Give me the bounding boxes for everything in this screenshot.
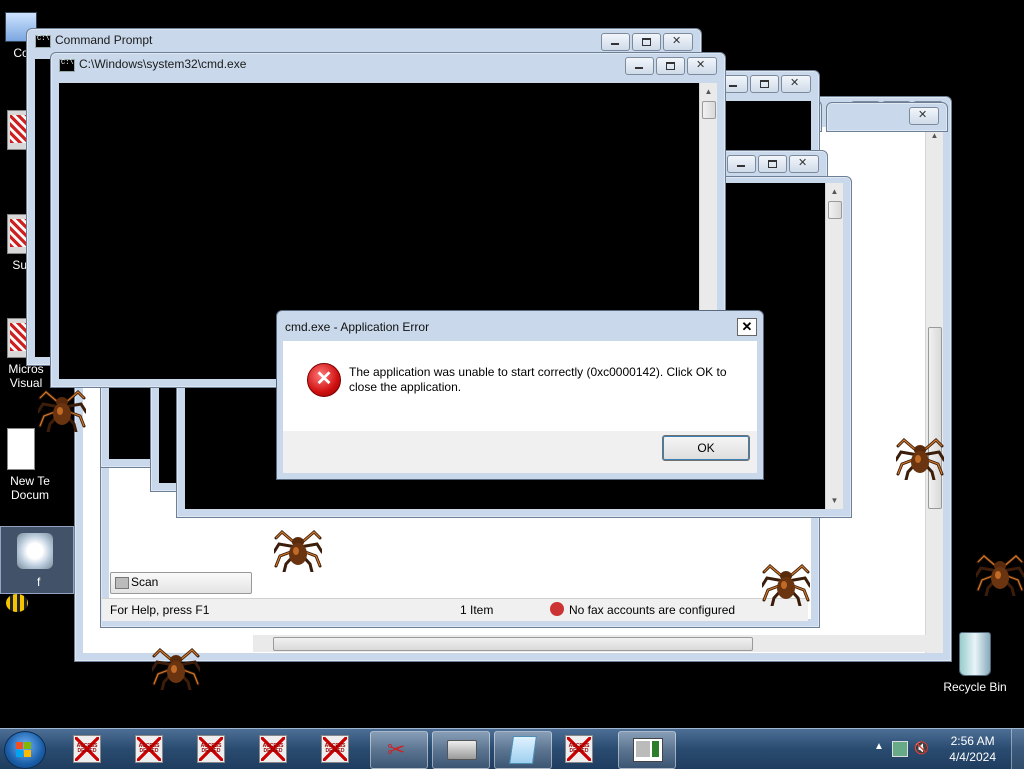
scroll-down-arrow[interactable]: ▼	[826, 492, 843, 509]
spider-sprite	[976, 554, 1024, 596]
dialog-close-button[interactable]: ✕	[737, 318, 757, 336]
spider-sprite	[762, 564, 810, 606]
scan-label: Scan	[131, 575, 159, 589]
taskbar-button-access-denied[interactable]	[120, 731, 176, 767]
maximize-button[interactable]	[750, 75, 779, 93]
scroll-up-arrow[interactable]: ▲	[700, 83, 717, 100]
scroll-up-arrow[interactable]: ▲	[826, 183, 843, 200]
access-denied-icon	[73, 735, 101, 763]
taskbar-button-access-denied[interactable]	[306, 731, 362, 767]
window-title: C:\Windows\system32\cmd.exe	[79, 57, 247, 71]
window-app-icon	[633, 738, 663, 762]
access-denied-icon	[565, 735, 593, 763]
maximize-button[interactable]	[758, 155, 787, 173]
application-error-dialog[interactable]: cmd.exe - Application Error ✕ ✕ The appl…	[276, 310, 764, 480]
access-denied-icon	[197, 735, 225, 763]
window-buttons	[727, 155, 819, 173]
scroll-thumb[interactable]	[928, 327, 942, 509]
dialog-body: ✕ The application was unable to start co…	[283, 341, 757, 431]
spider-sprite	[152, 648, 200, 690]
taskbar: ✂ ▲ 🔇 2:56 AM 4/4/2024	[0, 728, 1024, 769]
spider-sprite	[896, 438, 944, 480]
taskbar-button-fax[interactable]	[432, 731, 490, 769]
status-item-count: 1 Item	[460, 603, 494, 617]
hscroll-thumb[interactable]	[273, 637, 753, 651]
clock-date: 4/4/2024	[949, 750, 996, 764]
taskbar-button-access-denied[interactable]	[244, 731, 300, 767]
horizontal-scrollbar[interactable]	[253, 635, 943, 652]
status-help-text: For Help, press F1	[110, 603, 210, 617]
close-button[interactable]	[663, 33, 693, 51]
window-buttons	[719, 75, 811, 93]
status-fax-text: No fax accounts are configured	[569, 603, 736, 617]
scan-button[interactable]: Scan	[110, 572, 252, 594]
access-denied-icon	[321, 735, 349, 763]
scroll-thumb[interactable]	[828, 201, 842, 219]
access-denied-icon	[135, 735, 163, 763]
desktop-icon-label: Recycle Bin	[943, 680, 1007, 694]
scissors-icon: ✂	[387, 737, 406, 762]
taskbar-button-access-denied[interactable]	[550, 731, 606, 767]
notepad-icon	[509, 736, 537, 764]
settings-gear-icon	[17, 533, 53, 569]
cmd-icon	[35, 35, 51, 48]
vertical-scrollbar[interactable]: ▲ ▼	[925, 127, 943, 653]
show-desktop-button[interactable]	[1011, 729, 1024, 769]
fax-printer-icon	[447, 740, 477, 760]
window-title: Command Prompt	[55, 33, 153, 47]
maximize-button[interactable]	[656, 57, 685, 75]
network-icon[interactable]	[892, 741, 908, 757]
status-bar: For Help, press F1 1 Item No fax account…	[102, 598, 808, 621]
desktop-icon-label: New Te Docum	[10, 474, 50, 502]
taskbar-button-cmd[interactable]	[618, 731, 676, 769]
maximize-button[interactable]	[632, 33, 661, 51]
cmd-icon	[59, 59, 75, 72]
error-icon: ✕	[307, 363, 341, 397]
taskbar-button-notepad[interactable]	[494, 731, 552, 769]
scan-icon	[115, 577, 129, 589]
taskbar-button-access-denied[interactable]	[182, 731, 238, 767]
desktop-icon-label: f	[37, 575, 41, 589]
spider-sprite	[38, 390, 86, 432]
stacked-window-3[interactable]	[826, 102, 948, 132]
desktop-icon-text-document[interactable]: New Te Docum	[0, 428, 56, 502]
spider-sprite	[274, 530, 322, 572]
close-button[interactable]	[789, 155, 819, 173]
minimize-button[interactable]	[625, 57, 654, 75]
text-document-icon	[7, 428, 35, 470]
dialog-message: The application was unable to start corr…	[349, 365, 727, 394]
window-buttons	[625, 57, 717, 75]
windows-flag-icon	[16, 742, 32, 758]
taskbar-button-snipping-tool[interactable]: ✂	[370, 731, 428, 769]
close-button[interactable]	[781, 75, 811, 93]
start-button[interactable]	[4, 731, 46, 769]
window-buttons	[909, 107, 939, 125]
minimize-button[interactable]	[601, 33, 630, 51]
dialog-title: cmd.exe - Application Error	[285, 320, 430, 334]
ok-button[interactable]: OK	[662, 435, 750, 461]
minimize-button[interactable]	[727, 155, 756, 173]
access-denied-icon	[259, 735, 287, 763]
system-tray: ▲ 🔇 2:56 AM 4/4/2024	[864, 729, 1024, 769]
close-button[interactable]	[909, 107, 939, 125]
scroll-thumb[interactable]	[702, 101, 716, 119]
volume-muted-icon[interactable]: 🔇	[914, 741, 929, 755]
bee-icon	[6, 594, 28, 612]
clock[interactable]: 2:56 AM 4/4/2024	[949, 733, 996, 765]
fax-status-icon	[550, 602, 564, 616]
recycle-bin-icon	[959, 632, 991, 676]
taskbar-button-access-denied[interactable]	[58, 731, 114, 767]
show-hidden-icons-arrow[interactable]: ▲	[874, 741, 884, 752]
vertical-scrollbar[interactable]: ▲ ▼	[825, 183, 843, 509]
clock-time: 2:56 AM	[950, 734, 995, 748]
close-button[interactable]	[687, 57, 717, 75]
window-buttons	[601, 33, 693, 51]
desktop-icon-selected[interactable]: f	[0, 526, 74, 594]
